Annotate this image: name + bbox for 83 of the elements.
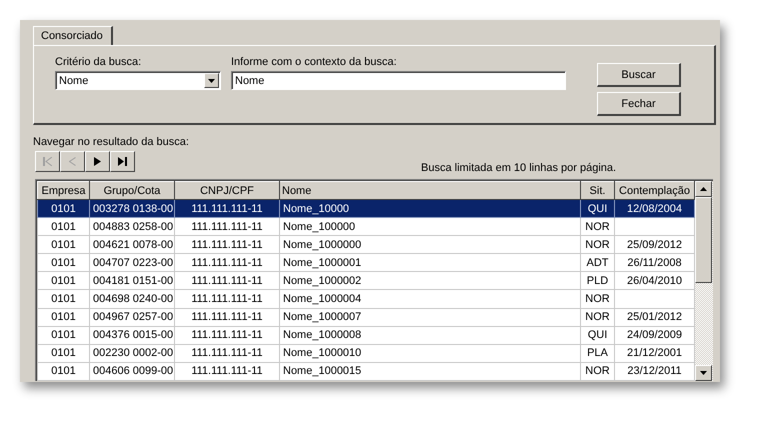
context-input[interactable]: Nome bbox=[231, 71, 566, 90]
navigation-button[interactable] bbox=[85, 151, 110, 172]
table-cell: Nome_1000008 bbox=[280, 326, 580, 344]
table-cell: 21/12/2001 bbox=[614, 344, 694, 362]
field-label: Critério da busca: bbox=[55, 56, 142, 68]
column-header[interactable]: Empresa bbox=[38, 182, 90, 200]
scroll-up-icon bbox=[700, 187, 707, 191]
table-cell: 004967 0257-00 bbox=[90, 308, 174, 326]
table-cell: Nome_1000004 bbox=[280, 290, 580, 308]
navigation-button[interactable] bbox=[110, 151, 135, 172]
table-cell: Nome_10000 bbox=[280, 200, 580, 218]
table-cell: 111.111.111-11 bbox=[174, 326, 280, 344]
table-cell: 111.111.111-11 bbox=[174, 272, 280, 290]
table-cell: Nome_1000007 bbox=[280, 308, 580, 326]
table-cell: 004376 0015-00 bbox=[90, 326, 174, 344]
table-cell: 26/04/2010 bbox=[614, 272, 694, 290]
field-label: Informe com o contexto da busca: bbox=[231, 56, 398, 68]
table-cell: Nome_1000001 bbox=[280, 254, 580, 272]
previous-icon bbox=[69, 157, 76, 166]
table-cell: 0101 bbox=[38, 218, 90, 236]
table-cell: 111.111.111-11 bbox=[174, 362, 280, 380]
table-cell: NOR bbox=[580, 362, 614, 380]
table-cell: 25/01/2012 bbox=[614, 308, 694, 326]
table-cell: ADT bbox=[580, 254, 614, 272]
table-cell: 111.111.111-11 bbox=[174, 236, 280, 254]
last-page-icon bbox=[118, 157, 127, 166]
table-cell: 25/09/2012 bbox=[614, 236, 694, 254]
scroll-down-icon bbox=[700, 371, 707, 375]
table-cell: Nome_1000010 bbox=[280, 344, 580, 362]
table-cell: NOR bbox=[580, 290, 614, 308]
column-header[interactable]: Contemplação bbox=[614, 182, 694, 200]
table-cell: 0101 bbox=[38, 200, 90, 218]
table-cell: 004707 0223-00 bbox=[90, 254, 174, 272]
table-cell: NOR bbox=[580, 218, 614, 236]
table-cell: 111.111.111-11 bbox=[174, 254, 280, 272]
dialog-button[interactable]: Fechar bbox=[597, 92, 681, 116]
table-cell: 0101 bbox=[38, 326, 90, 344]
table-cell: 0101 bbox=[38, 344, 90, 362]
table-cell: QUI bbox=[580, 326, 614, 344]
table-cell: 004621 0078-00 bbox=[90, 236, 174, 254]
tab[interactable]: Consorciado bbox=[33, 26, 113, 45]
table-cell: Nome_1000015 bbox=[280, 362, 580, 380]
dropdown-arrow-icon bbox=[208, 78, 215, 82]
table-cell: 111.111.111-11 bbox=[174, 200, 280, 218]
table-cell: 111.111.111-11 bbox=[174, 218, 280, 236]
table-cell: 003278 0138-00 bbox=[90, 200, 174, 218]
table-cell: 004698 0240-00 bbox=[90, 290, 174, 308]
column-header[interactable]: Sit. bbox=[580, 182, 614, 200]
next-icon bbox=[94, 157, 101, 166]
table-cell: 004883 0258-00 bbox=[90, 218, 174, 236]
table-cell: 23/12/2011 bbox=[614, 362, 694, 380]
table-cell: 004181 0151-00 bbox=[90, 272, 174, 290]
scrollbar[interactable] bbox=[695, 181, 713, 381]
criterion-dropdown[interactable]: Nome bbox=[55, 71, 221, 90]
column-header[interactable]: CNPJ/CPF bbox=[174, 182, 280, 200]
first-page-icon bbox=[43, 157, 52, 166]
table-cell: 0101 bbox=[38, 254, 90, 272]
table-cell: 002230 0002-00 bbox=[90, 344, 174, 362]
table-cell: 0101 bbox=[38, 290, 90, 308]
table-cell: Nome_100000 bbox=[280, 218, 580, 236]
limit-note: Busca limitada em 10 linhas por página. bbox=[421, 162, 616, 174]
table-cell: 24/09/2009 bbox=[614, 326, 694, 344]
table-cell: 0101 bbox=[38, 272, 90, 290]
table-cell: 12/08/2004 bbox=[614, 200, 694, 218]
table-cell: 0101 bbox=[38, 362, 90, 380]
navigation-label: Navegar no resultado da busca: bbox=[33, 136, 190, 148]
dialog-button[interactable]: Buscar bbox=[597, 63, 681, 87]
table-cell: 111.111.111-11 bbox=[174, 290, 280, 308]
table-cell: 26/11/2008 bbox=[614, 254, 694, 272]
table-cell: Nome_1000002 bbox=[280, 272, 580, 290]
table-cell: 111.111.111-11 bbox=[174, 344, 280, 362]
table-cell: NOR bbox=[580, 308, 614, 326]
table-cell: NOR bbox=[580, 236, 614, 254]
table-cell: Nome_1000000 bbox=[280, 236, 580, 254]
table-cell: PLD bbox=[580, 272, 614, 290]
table-cell: 0101 bbox=[38, 308, 90, 326]
column-header[interactable]: Nome bbox=[280, 182, 580, 200]
column-header[interactable]: Grupo/Cota bbox=[90, 182, 174, 200]
table-cell: 111.111.111-11 bbox=[174, 308, 280, 326]
table-cell: QUI bbox=[580, 200, 614, 218]
table-cell: PLA bbox=[580, 344, 614, 362]
table-cell: 0101 bbox=[38, 236, 90, 254]
table-cell: 004606 0099-00 bbox=[90, 362, 174, 380]
